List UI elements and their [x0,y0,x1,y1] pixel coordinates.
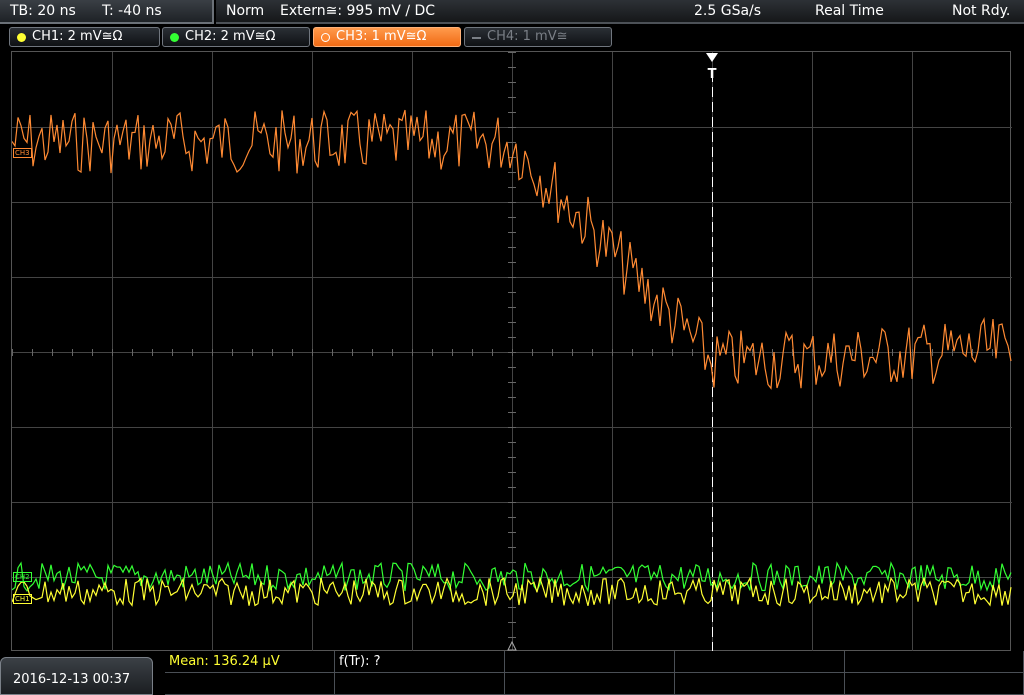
waveforms [12,109,1012,607]
ch1-offset-marker[interactable]: CH1 [13,594,32,604]
sample-rate: 2.5 GSa/s [694,3,762,19]
tab-ch3[interactable]: CH3: 1 mV≅Ω [313,27,461,47]
trigger-marker-label: T [708,67,717,82]
date-time-box[interactable]: 2016-12-13 00:37 [0,657,153,695]
tab-ch4-label: CH4: 1 mV≅ [487,29,568,44]
ch4-off-icon [472,37,481,39]
mean-measurement: Mean: 136.24 µV [169,654,280,669]
tab-ch4[interactable]: CH4: 1 mV≅ [464,27,612,47]
measurement-cell-9[interactable] [675,673,845,695]
acquisition-mode: Real Time [815,3,884,19]
tab-ch1[interactable]: CH1: 2 mV≅Ω [9,27,160,47]
trigger-position-icon[interactable]: T [705,52,719,82]
measurement-cell-8[interactable] [505,673,675,695]
date-time: 2016-12-13 00:37 [13,672,131,687]
center-time-icon [507,641,517,651]
ch3-dot-icon [321,33,330,42]
measurement-cell-10[interactable] [845,673,1024,695]
tab-ch2-label: CH2: 2 mV≅Ω [185,29,276,44]
timebase-value: TB: 20 ns [10,3,76,19]
measurement-cell-4[interactable] [675,651,845,673]
tab-ch1-label: CH1: 2 mV≅Ω [32,29,123,44]
ch3-offset-marker[interactable]: CH3 [13,148,32,158]
ch2-offset-marker[interactable]: CH2 [13,572,32,582]
ch1-dot-icon [17,33,26,42]
trigger-time-value: T: -40 ns [102,3,162,19]
measurement-cell-3[interactable] [505,651,675,673]
waveform-display[interactable]: CH3 CH2 CH1 T [11,51,1012,652]
bottom-bar: 2016-12-13 00:37 Mean: 136.24 µV f(Tr): … [0,651,1024,695]
channel-tabs: CH1: 2 mV≅Ω CH2: 2 mV≅Ω CH3: 1 mV≅Ω CH4:… [0,24,1024,50]
rise-time-measurement: f(Tr): ? [339,654,381,669]
tab-ch2[interactable]: CH2: 2 mV≅Ω [162,27,310,47]
ch2-dot-icon [170,33,179,42]
measurement-table[interactable]: Mean: 136.24 µV f(Tr): ? [165,651,1024,695]
measurement-cell-7[interactable] [335,673,505,695]
trigger-source[interactable]: Extern≅: 995 mV ∕ DC [280,3,435,19]
trigger-mode[interactable]: Norm [226,3,264,19]
acquisition-state: Not Rdy. [952,3,1011,19]
timebase-box[interactable]: TB: 20 ns T: -40 ns [0,0,214,24]
measurement-cell-6[interactable] [165,673,335,695]
status-bar: TB: 20 ns T: -40 ns Norm Extern≅: 995 mV… [0,0,1024,24]
tab-ch3-label: CH3: 1 mV≅Ω [336,29,427,44]
measurement-cell-5[interactable] [845,651,1024,673]
